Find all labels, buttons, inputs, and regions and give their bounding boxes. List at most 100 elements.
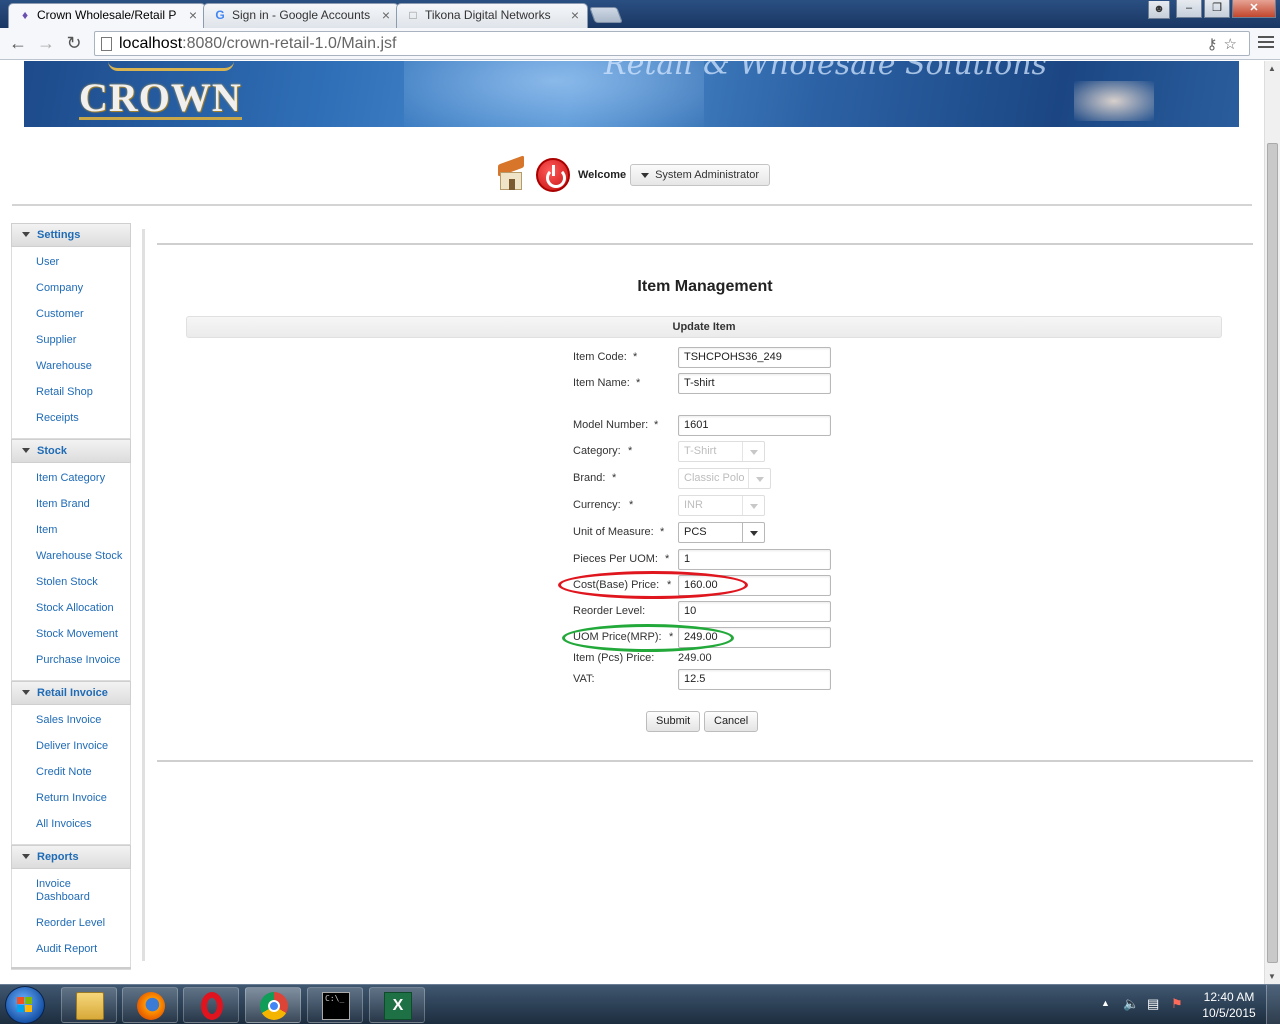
opera-icon <box>201 992 223 1020</box>
key-icon[interactable]: ⚷ <box>1207 36 1224 53</box>
sidebar-item-supplier[interactable]: Supplier <box>12 328 130 354</box>
taskbar-firefox[interactable] <box>122 987 178 1023</box>
sidebar-item-sales-invoice[interactable]: Sales Invoice <box>12 708 130 734</box>
pieces-per-uom-label: Pieces Per UOM: <box>573 553 658 565</box>
sidebar-item-customer[interactable]: Customer <box>12 302 130 328</box>
sidebar-item-item[interactable]: Item <box>12 518 130 544</box>
scroll-down-icon[interactable]: ▼ <box>1268 972 1276 981</box>
windows-logo-icon <box>17 997 33 1013</box>
tab-crown[interactable]: ♦ Crown Wholesale/Retail P × <box>8 3 206 28</box>
sidebar-section-retail-invoice: Retail Invoice Sales Invoice Deliver Inv… <box>11 681 131 845</box>
sidebar-item-purchase-invoice[interactable]: Purchase Invoice <box>12 648 130 674</box>
sidebar-item-deliver-invoice[interactable]: Deliver Invoice <box>12 734 130 760</box>
tab-google[interactable]: G Sign in - Google Accounts × <box>203 3 399 28</box>
action-center-icon[interactable]: ⚑ <box>1171 996 1183 1012</box>
chevron-down-icon <box>742 442 764 461</box>
uom-select[interactable]: PCS <box>678 522 765 543</box>
forward-arrow-icon[interactable]: → <box>34 32 58 56</box>
close-window-button[interactable]: ✕ <box>1232 0 1276 18</box>
system-clock[interactable]: 12:40 AM 10/5/2015 <box>1198 989 1260 1021</box>
scrollbar-thumb[interactable] <box>1267 143 1278 963</box>
network-icon[interactable]: ▤ <box>1147 996 1159 1012</box>
required-marker: * <box>654 419 659 431</box>
sidebar-item-invoice-dashboard[interactable]: Invoice Dashboard <box>12 872 130 911</box>
logout-power-icon[interactable] <box>536 158 570 192</box>
new-tab-button[interactable] <box>589 7 623 23</box>
content-divider-top <box>157 243 1253 245</box>
currency-select[interactable]: INR <box>678 495 765 516</box>
sidebar-item-stock-movement[interactable]: Stock Movement <box>12 622 130 648</box>
required-marker: * <box>612 472 617 484</box>
show-desktop-button[interactable] <box>1266 985 1280 1024</box>
close-tab-icon[interactable]: × <box>189 4 197 26</box>
file-explorer-icon <box>76 992 104 1020</box>
brand-select[interactable]: Classic Polo <box>678 468 771 489</box>
sidebar-item-receipts[interactable]: Receipts <box>12 406 130 432</box>
reorder-level-label: Reorder Level: <box>573 605 646 617</box>
reload-icon[interactable]: ↻ <box>62 32 86 56</box>
sidebar-item-user[interactable]: User <box>12 250 130 276</box>
required-marker: * <box>633 351 638 363</box>
welcome-label: Welcome <box>578 169 627 181</box>
browser-tab-strip: ♦ Crown Wholesale/Retail P × G Sign in -… <box>0 0 1280 28</box>
volume-icon[interactable]: 🔈 <box>1123 996 1139 1012</box>
restore-button[interactable]: ❐ <box>1204 0 1230 18</box>
sidebar-item-stolen-stock[interactable]: Stolen Stock <box>12 570 130 596</box>
tab-tikona[interactable]: □ Tikona Digital Networks × <box>396 3 588 28</box>
taskbar-file-explorer[interactable] <box>61 987 117 1023</box>
profile-icon[interactable]: ☻ <box>1148 1 1170 19</box>
taskbar-cmd[interactable]: C:\_ <box>307 987 363 1023</box>
sidebar-item-retail-shop[interactable]: Retail Shop <box>12 380 130 406</box>
sidebar-item-stock-allocation[interactable]: Stock Allocation <box>12 596 130 622</box>
cost-price-highlight-circle <box>558 571 748 599</box>
show-hidden-icons-icon[interactable]: ▲ <box>1101 998 1110 1008</box>
window-controls: – ❐ ✕ <box>1176 0 1276 20</box>
section-header-stock[interactable]: Stock <box>11 439 131 463</box>
sidebar-item-credit-note[interactable]: Credit Note <box>12 760 130 786</box>
header-banner: Retail & Wholesale Solutions CROWN <box>24 61 1239 127</box>
item-name-input[interactable]: T-shirt <box>678 373 831 394</box>
scroll-up-icon[interactable]: ▲ <box>1268 64 1276 73</box>
reorder-level-input[interactable]: 10 <box>678 601 831 622</box>
category-label: Category: <box>573 445 621 457</box>
page-viewport: Retail & Wholesale Solutions CROWN Welco… <box>0 61 1264 984</box>
section-header-reports[interactable]: Reports <box>11 845 131 869</box>
sidebar-item-company[interactable]: Company <box>12 276 130 302</box>
sidebar-item-item-brand[interactable]: Item Brand <box>12 492 130 518</box>
sidebar-item-reorder-level[interactable]: Reorder Level <box>12 911 130 937</box>
category-select[interactable]: T-Shirt <box>678 441 765 462</box>
sidebar-item-warehouse-stock[interactable]: Warehouse Stock <box>12 544 130 570</box>
cancel-button[interactable]: Cancel <box>704 711 759 732</box>
start-button[interactable] <box>5 986 45 1024</box>
taskbar-opera[interactable] <box>183 987 239 1023</box>
back-arrow-icon[interactable]: ← <box>6 32 30 56</box>
vertical-scrollbar[interactable]: ▲ ▼ <box>1264 61 1280 984</box>
taskbar-excel[interactable]: X <box>369 987 425 1023</box>
sidebar-item-warehouse[interactable]: Warehouse <box>12 354 130 380</box>
address-bar[interactable]: localhost:8080/crown-retail-1.0/Main.jsf… <box>94 31 1250 56</box>
brand-value: Classic Polo <box>684 472 745 484</box>
url-host: localhost <box>119 35 183 52</box>
sidebar-splitter[interactable] <box>142 229 145 961</box>
close-tab-icon[interactable]: × <box>571 4 579 26</box>
sidebar-item-return-invoice[interactable]: Return Invoice <box>12 786 130 812</box>
model-number-input[interactable]: 1601 <box>678 415 831 436</box>
bookmark-star-icon[interactable]: ☆ <box>1224 36 1243 53</box>
welcome-bar: Welcome System Administrator <box>496 155 771 194</box>
item-code-input[interactable]: TSHCPOHS36_249 <box>678 347 831 368</box>
close-tab-icon[interactable]: × <box>382 4 390 26</box>
uom-label: Unit of Measure: <box>573 526 654 538</box>
user-menu-button[interactable]: System Administrator <box>630 164 771 186</box>
section-header-settings[interactable]: Settings <box>11 223 131 247</box>
chrome-menu-icon[interactable] <box>1258 34 1274 50</box>
sidebar-item-item-category[interactable]: Item Category <box>12 466 130 492</box>
pieces-per-uom-input[interactable]: 1 <box>678 549 831 570</box>
section-header-retail-invoice[interactable]: Retail Invoice <box>11 681 131 705</box>
taskbar-chrome[interactable] <box>245 987 301 1023</box>
sidebar-item-all-invoices[interactable]: All Invoices <box>12 812 130 838</box>
home-icon[interactable] <box>496 155 526 192</box>
minimize-button[interactable]: – <box>1176 0 1202 18</box>
sidebar-item-audit-report[interactable]: Audit Report <box>12 937 130 963</box>
submit-button[interactable]: Submit <box>646 711 701 732</box>
vat-input[interactable]: 12.5 <box>678 669 831 690</box>
